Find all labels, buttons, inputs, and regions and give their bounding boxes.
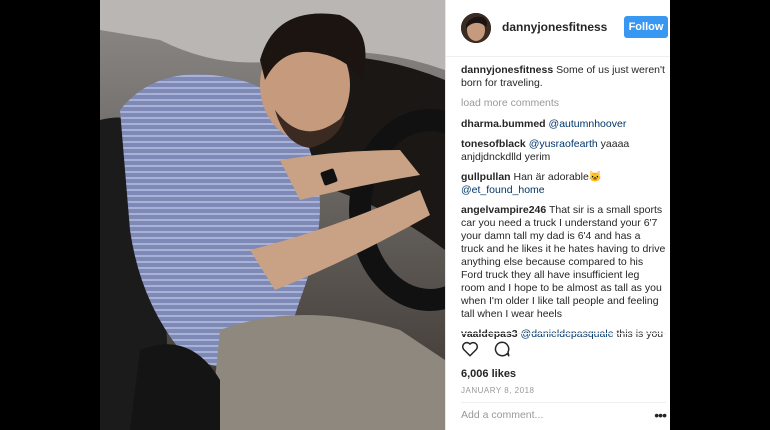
follow-button[interactable]: Follow bbox=[624, 16, 668, 38]
header-username[interactable]: dannyjonesfitness bbox=[502, 20, 607, 34]
comment-mention[interactable]: @autumnhoover bbox=[549, 118, 627, 130]
letterbox-right bbox=[670, 0, 770, 430]
screenshot-frame: dannyjonesfitness Follow dannyjonesfitne… bbox=[0, 0, 770, 430]
comment-username[interactable]: tonesofblack bbox=[461, 138, 526, 150]
post-date: JANUARY 8, 2018 bbox=[461, 386, 535, 395]
comment: gullpullan Han är adorable🐱 @et_found_ho… bbox=[461, 171, 666, 197]
post-header: dannyjonesfitness Follow bbox=[446, 0, 670, 57]
comment-mention[interactable]: @et_found_home bbox=[461, 184, 545, 196]
more-options-icon[interactable]: ••• bbox=[654, 407, 667, 423]
comment-text: Han är adorable🐱 bbox=[513, 171, 602, 183]
comment-bubble-icon[interactable] bbox=[493, 340, 511, 363]
heart-icon-svg bbox=[461, 341, 479, 356]
add-comment-bar: Add a comment... ••• bbox=[461, 402, 667, 423]
comment-text: That sir is a small sports car you need … bbox=[461, 204, 666, 320]
comment-mention[interactable]: @yusraofearth bbox=[529, 138, 598, 150]
comment-username[interactable]: gullpullan bbox=[461, 171, 511, 183]
caption-username[interactable]: dannyjonesfitness bbox=[461, 64, 553, 76]
letterbox-left bbox=[0, 0, 100, 430]
comment-bubble-icon-svg bbox=[494, 341, 510, 356]
comment: angelvampire246 That sir is a small spor… bbox=[461, 204, 666, 321]
likes-count[interactable]: 6,006 likes bbox=[461, 368, 666, 380]
action-icons bbox=[461, 340, 666, 362]
comment-username[interactable]: dharma.bummed bbox=[461, 118, 546, 130]
load-more-comments-link[interactable]: load more comments bbox=[461, 97, 666, 110]
avatar-image bbox=[461, 13, 491, 43]
comment: dharma.bummed @autumnhoover bbox=[461, 118, 666, 131]
post-actions: 6,006 likes JANUARY 8, 2018 bbox=[461, 333, 666, 395]
add-comment-input[interactable]: Add a comment... bbox=[461, 403, 631, 421]
comments-list: dannyjonesfitness Some of us just weren'… bbox=[461, 64, 666, 348]
comment-username[interactable]: angelvampire246 bbox=[461, 204, 546, 216]
heart-icon[interactable] bbox=[461, 340, 479, 363]
car-selfie-image bbox=[100, 0, 445, 430]
post-photo bbox=[100, 0, 445, 430]
post-sidebar: dannyjonesfitness Follow dannyjonesfitne… bbox=[445, 0, 670, 430]
avatar[interactable] bbox=[461, 13, 491, 43]
caption: dannyjonesfitness Some of us just weren'… bbox=[461, 64, 666, 90]
comment: tonesofblack @yusraofearth yaaaa anjdjdn… bbox=[461, 138, 666, 164]
